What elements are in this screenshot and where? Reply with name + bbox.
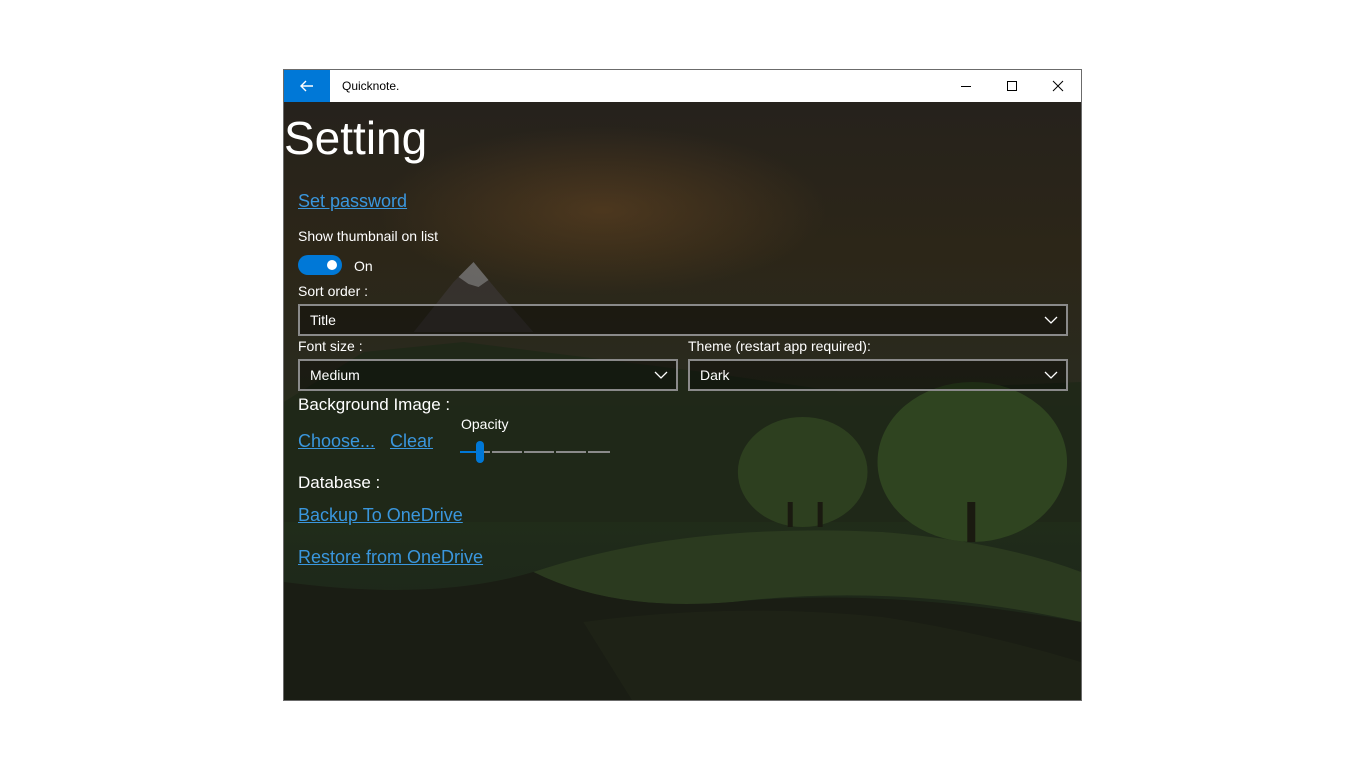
clear-image-link[interactable]: Clear — [390, 431, 433, 452]
font-size-dropdown[interactable]: Medium — [298, 359, 678, 391]
toggle-state-label: On — [354, 258, 373, 274]
background-image-label: Background Image : — [298, 395, 451, 414]
toggle-knob — [327, 260, 337, 270]
restore-onedrive-link[interactable]: Restore from OneDrive — [298, 547, 483, 568]
slider-track — [492, 451, 522, 453]
opacity-slider[interactable] — [460, 439, 610, 463]
minimize-button[interactable] — [943, 70, 989, 102]
maximize-icon — [1007, 81, 1017, 91]
chevron-down-icon — [646, 361, 676, 389]
app-title: Quicknote. — [342, 79, 400, 93]
choose-image-link[interactable]: Choose... — [298, 431, 375, 452]
font-size-label: Font size : — [298, 338, 363, 354]
slider-thumb[interactable] — [476, 441, 484, 463]
database-label: Database : — [298, 473, 381, 492]
close-icon — [1052, 80, 1064, 92]
page-title: Setting — [284, 112, 428, 164]
theme-label: Theme (restart app required): — [688, 338, 871, 354]
set-password-link[interactable]: Set password — [298, 191, 407, 212]
slider-track — [556, 451, 586, 453]
theme-dropdown[interactable]: Dark — [688, 359, 1068, 391]
chevron-down-icon — [1036, 361, 1066, 389]
chevron-down-icon — [1036, 306, 1066, 334]
sort-order-label: Sort order : — [298, 283, 369, 299]
opacity-label: Opacity — [461, 416, 509, 432]
show-thumbnail-label: Show thumbnail on list — [298, 228, 439, 244]
backup-onedrive-link[interactable]: Backup To OneDrive — [298, 505, 463, 526]
back-button[interactable] — [284, 70, 330, 102]
theme-value: Dark — [700, 367, 730, 383]
font-size-value: Medium — [310, 367, 360, 383]
slider-track — [588, 451, 610, 453]
minimize-icon — [961, 86, 971, 87]
settings-page: Setting Set password Show thumbnail on l… — [284, 102, 1081, 700]
show-thumbnail-toggle[interactable] — [298, 255, 342, 275]
app-window: Quicknote. Setting Set password Show thu… — [283, 69, 1082, 701]
sort-order-dropdown[interactable]: Title — [298, 304, 1068, 336]
maximize-button[interactable] — [989, 70, 1035, 102]
arrow-left-icon — [300, 80, 313, 92]
close-button[interactable] — [1035, 70, 1081, 102]
slider-track — [524, 451, 554, 453]
title-bar: Quicknote. — [284, 70, 1081, 102]
sort-order-value: Title — [310, 312, 336, 328]
